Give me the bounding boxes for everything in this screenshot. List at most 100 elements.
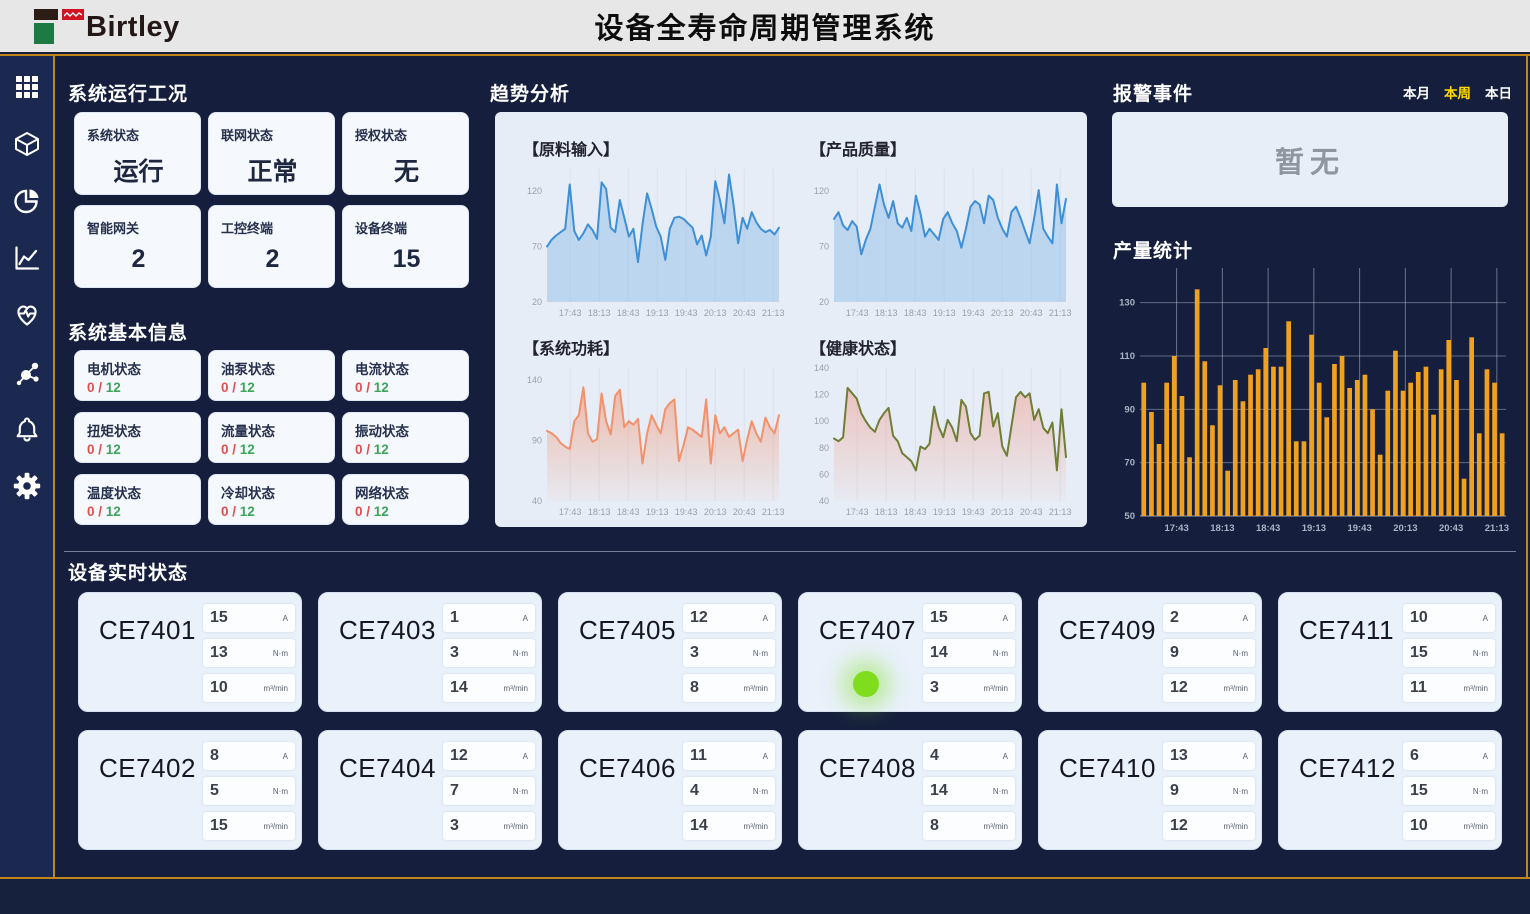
device-metric-unit: A (1003, 752, 1008, 761)
device-card-ce7405[interactable]: CE7405 12 A 3 N·m 8 m³/min (558, 592, 782, 712)
device-metric-unit: m³/min (264, 822, 288, 831)
device-card-ce7409[interactable]: CE7409 2 A 9 N·m 12 m³/min (1038, 592, 1262, 712)
info-card-count: 0 / 12 (221, 380, 324, 395)
device-metric-row: 2 A (1163, 604, 1255, 632)
gear-icon[interactable] (12, 471, 42, 501)
device-metric-unit: A (1483, 752, 1488, 761)
svg-text:18:43: 18:43 (1256, 523, 1280, 534)
device-card-ce7408[interactable]: CE7408 4 A 14 N·m 8 m³/min (798, 730, 1022, 850)
info-card-label: 电机状态 (87, 358, 190, 378)
trend-chart-title: 【产品质量】 (810, 136, 1075, 160)
svg-text:20:43: 20:43 (733, 507, 756, 517)
device-metric-row: 3 m³/min (443, 812, 535, 840)
device-metric-value: 1 (450, 609, 459, 627)
svg-text:20:43: 20:43 (1020, 308, 1043, 318)
device-metric-rows: 12 A 3 N·m 8 m³/min (683, 604, 775, 702)
device-name: CE7405 (579, 615, 676, 646)
apps-grid-icon[interactable] (12, 72, 42, 102)
device-metric-row: 3 N·m (683, 639, 775, 667)
device-metric-rows: 15 A 14 N·m 3 m³/min (923, 604, 1015, 702)
device-card-ce7410[interactable]: CE7410 13 A 9 N·m 12 m³/min (1038, 730, 1262, 850)
device-metric-row: 14 N·m (923, 777, 1015, 805)
device-metric-unit: m³/min (504, 684, 528, 693)
status-card-label: 设备终端 (355, 218, 458, 237)
info-card-label: 温度状态 (87, 482, 190, 502)
frame-line-sidebar (53, 56, 55, 877)
devices-separator (64, 551, 1516, 552)
device-metric-rows: 10 A 15 N·m 11 m³/min (1403, 604, 1495, 702)
device-metric-value: 10 (1410, 817, 1428, 835)
device-card-ce7403[interactable]: CE7403 1 A 3 N·m 14 m³/min (318, 592, 542, 712)
status-card-value: 运行 (87, 152, 190, 188)
pie-chart-icon[interactable] (12, 186, 42, 216)
device-metric-value: 14 (930, 782, 948, 800)
device-metric-value: 12 (450, 747, 468, 765)
alarm-tab[interactable]: 本月 (1403, 82, 1430, 102)
alarm-tab[interactable]: 本周 (1444, 82, 1471, 102)
svg-text:19:43: 19:43 (962, 507, 985, 517)
device-metric-rows: 2 A 9 N·m 12 m³/min (1163, 604, 1255, 702)
device-metric-row: 12 m³/min (1163, 812, 1255, 840)
alarm-period-tabs: 本月本周本日 (1112, 82, 1512, 102)
device-card-ce7411[interactable]: CE7411 10 A 15 N·m 11 m³/min (1278, 592, 1502, 712)
device-name: CE7406 (579, 753, 676, 784)
bell-icon[interactable] (12, 414, 42, 444)
svg-text:18:43: 18:43 (617, 308, 640, 318)
trend-chart-health: 【健康状态】14012010080604017:4318:1318:4319:1… (792, 323, 1079, 522)
device-metric-value: 11 (1410, 679, 1427, 697)
info-card-count: 0 / 12 (87, 380, 190, 395)
section-title-devices: 设备实时状态 (68, 558, 188, 585)
health-heart-icon[interactable] (12, 300, 42, 330)
device-card-ce7402[interactable]: CE7402 8 A 5 N·m 15 m³/min (78, 730, 302, 850)
device-metric-unit: A (1243, 614, 1248, 623)
device-metric-row: 10 A (1403, 604, 1495, 632)
device-metric-row: 3 m³/min (923, 674, 1015, 702)
device-card-ce7406[interactable]: CE7406 11 A 4 N·m 14 m³/min (558, 730, 782, 850)
svg-text:18:13: 18:13 (875, 308, 898, 318)
device-metric-value: 9 (1170, 782, 1179, 800)
trend-chart-product-quality: 【产品质量】120702017:4318:1318:4319:1319:4320… (792, 124, 1079, 323)
alarm-tab[interactable]: 本日 (1485, 82, 1512, 102)
device-metric-row: 15 m³/min (203, 812, 295, 840)
section-title-production: 产量统计 (1113, 236, 1193, 263)
device-metric-rows: 12 A 7 N·m 3 m³/min (443, 742, 535, 840)
info-card-label: 冷却状态 (221, 482, 324, 502)
line-chart-icon[interactable] (12, 243, 42, 273)
svg-text:19:13: 19:13 (933, 507, 956, 517)
device-card-ce7407[interactable]: CE7407 15 A 14 N·m 3 m³/min (798, 592, 1022, 712)
section-title-system-status: 系统运行工况 (68, 79, 188, 106)
info-card: 冷却状态 0 / 12 (208, 474, 335, 525)
device-metric-unit: A (283, 752, 288, 761)
device-metric-unit: m³/min (984, 684, 1008, 693)
device-name: CE7411 (1299, 615, 1394, 646)
molecule-icon[interactable] (12, 357, 42, 387)
device-metric-row: 13 A (1163, 742, 1255, 770)
svg-text:40: 40 (819, 496, 829, 506)
device-metric-value: 4 (930, 747, 939, 765)
device-metric-value: 7 (450, 782, 459, 800)
svg-text:70: 70 (532, 242, 542, 252)
device-card-ce7404[interactable]: CE7404 12 A 7 N·m 3 m³/min (318, 730, 542, 850)
system-info-cards: 电机状态 0 / 12油泵状态 0 / 12电流状态 0 / 12扭矩状态 0 … (74, 350, 468, 525)
device-metric-unit: A (523, 752, 528, 761)
info-card-label: 电流状态 (355, 358, 458, 378)
svg-text:21:13: 21:13 (1049, 308, 1072, 318)
device-metric-value: 5 (210, 782, 219, 800)
trend-chart-title: 【原料输入】 (523, 136, 788, 160)
svg-text:18:13: 18:13 (588, 507, 611, 517)
svg-text:60: 60 (819, 469, 829, 479)
device-metric-value: 8 (210, 747, 219, 765)
cube-icon[interactable] (12, 129, 42, 159)
device-name: CE7408 (819, 753, 916, 784)
device-card-ce7412[interactable]: CE7412 6 A 15 N·m 10 m³/min (1278, 730, 1502, 850)
svg-text:140: 140 (527, 375, 542, 385)
status-card: 系统状态 运行 (74, 112, 201, 195)
device-metric-row: 12 A (683, 604, 775, 632)
svg-text:120: 120 (527, 186, 542, 196)
device-metric-unit: m³/min (504, 822, 528, 831)
svg-text:120: 120 (814, 186, 829, 196)
device-card-ce7401[interactable]: CE7401 15 A 13 N·m 10 m³/min (78, 592, 302, 712)
svg-text:20:13: 20:13 (991, 308, 1014, 318)
status-card-value: 2 (221, 245, 324, 274)
status-card-label: 智能网关 (87, 218, 190, 237)
